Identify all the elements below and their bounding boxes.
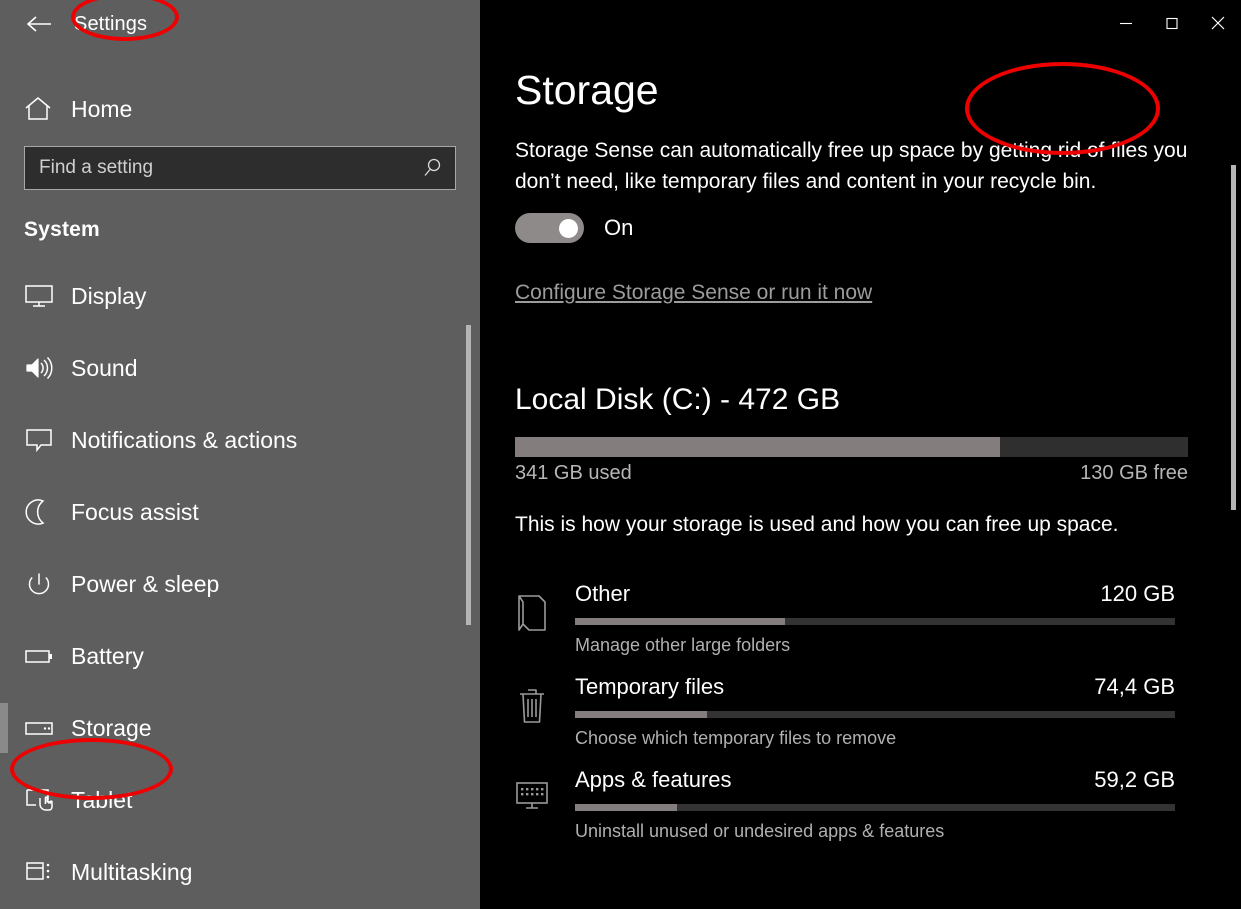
storage-category-bar bbox=[575, 618, 1175, 626]
storage-category-header: Other 120 GB bbox=[575, 581, 1175, 607]
sidebar-item-label: Power & sleep bbox=[71, 570, 220, 597]
local-disk-legend: 341 GB used 130 GB free bbox=[515, 462, 1188, 485]
usage-description: This is how your storage is used and how… bbox=[515, 513, 1119, 537]
storage-category-subtext[interactable]: Choose which temporary files to remove bbox=[575, 728, 1175, 749]
sidebar-item-storage[interactable]: Storage bbox=[0, 692, 480, 764]
back-arrow-icon[interactable] bbox=[22, 7, 56, 41]
sidebar-item-power-sleep[interactable]: Power & sleep bbox=[0, 548, 480, 620]
settings-main-pane: Storage Storage Sense can automatically … bbox=[480, 0, 1241, 909]
search-container bbox=[0, 146, 480, 190]
multitasking-icon bbox=[24, 855, 58, 889]
tablet-icon bbox=[24, 783, 58, 817]
sidebar-item-label: Multitasking bbox=[71, 858, 193, 885]
apps-monitor-icon bbox=[515, 767, 575, 842]
sidebar-item-focus-assist[interactable]: Focus assist bbox=[0, 476, 480, 548]
storage-category-name: Apps & features bbox=[575, 767, 732, 793]
storage-sense-description: Storage Sense can automatically free up … bbox=[515, 139, 1188, 194]
main-scrollbar[interactable] bbox=[1231, 165, 1236, 510]
speaker-icon bbox=[24, 351, 58, 385]
storage-category-subtext[interactable]: Manage other large folders bbox=[575, 635, 1175, 656]
local-disk-title: Local Disk (C:) - 472 GB bbox=[515, 383, 841, 417]
storage-sense-toggle-row: On bbox=[515, 213, 1241, 244]
home-icon bbox=[24, 96, 58, 122]
sidebar-scrollbar[interactable] bbox=[466, 325, 471, 625]
sidebar-item-label: Battery bbox=[71, 642, 144, 669]
maximize-button[interactable] bbox=[1149, 0, 1195, 46]
storage-category-header: Apps & features 59,2 GB bbox=[575, 767, 1175, 793]
sidebar-item-label: Tablet bbox=[71, 786, 133, 813]
storage-category-name: Other bbox=[575, 581, 631, 607]
sidebar-nav-list: Display Sound Notifications & actions Focus… bbox=[0, 260, 480, 908]
speech-bubble-icon bbox=[24, 423, 58, 457]
drive-icon bbox=[24, 711, 58, 745]
disk-free-label: 130 GB free bbox=[1080, 462, 1188, 485]
storage-category-bar-fill bbox=[575, 804, 677, 812]
sidebar-item-multitasking[interactable]: Multitasking bbox=[0, 836, 480, 908]
local-disk-usage-bar bbox=[515, 437, 1188, 458]
trash-icon bbox=[515, 674, 575, 749]
settings-window: Settings Home System Disp bbox=[0, 0, 1241, 909]
storage-category-item[interactable]: Other 120 GB Manage other large folders bbox=[515, 563, 1241, 656]
minimize-button[interactable] bbox=[1103, 0, 1149, 46]
sidebar-section-title: System bbox=[24, 218, 100, 241]
sidebar-item-label: Storage bbox=[71, 714, 152, 741]
monitor-icon bbox=[24, 279, 58, 313]
sidebar-item-home[interactable]: Home bbox=[0, 86, 480, 132]
storage-category-item[interactable]: Temporary files 74,4 GB Choose which tempo… bbox=[515, 656, 1241, 749]
toggle-knob bbox=[559, 218, 578, 238]
storage-category-bar bbox=[575, 711, 1175, 719]
search-input[interactable] bbox=[25, 147, 411, 189]
page-title: Storage bbox=[515, 67, 659, 113]
sidebar-item-notifications-actions[interactable]: Notifications & actions bbox=[0, 404, 480, 476]
settings-sidebar: Settings Home System Disp bbox=[0, 0, 480, 909]
storage-category-bar bbox=[575, 804, 1175, 812]
storage-category-bar-fill bbox=[575, 618, 785, 626]
sidebar-titlebar: Settings bbox=[0, 0, 480, 48]
storage-category-size: 120 GB bbox=[1100, 581, 1175, 607]
storage-category-body: Temporary files 74,4 GB Choose which tempo… bbox=[575, 674, 1175, 749]
sidebar-item-display[interactable]: Display bbox=[0, 260, 480, 332]
storage-category-body: Other 120 GB Manage other large folders bbox=[575, 581, 1175, 656]
sidebar-item-label: Sound bbox=[71, 354, 138, 381]
sidebar-item-label: Notifications & actions bbox=[71, 426, 298, 453]
battery-icon bbox=[24, 639, 58, 673]
sidebar-item-label: Display bbox=[71, 282, 147, 309]
storage-category-bar-fill bbox=[575, 711, 707, 719]
storage-category-size: 74,4 GB bbox=[1094, 674, 1175, 700]
storage-category-list: Other 120 GB Manage other large folders Tem… bbox=[515, 563, 1241, 842]
close-button[interactable] bbox=[1195, 0, 1241, 46]
storage-category-header: Temporary files 74,4 GB bbox=[575, 674, 1175, 700]
search-icon[interactable] bbox=[411, 157, 455, 179]
sidebar-item-battery[interactable]: Battery bbox=[0, 620, 480, 692]
sidebar-item-tablet[interactable]: Tablet bbox=[0, 764, 480, 836]
sidebar-selection-indicator bbox=[0, 703, 8, 753]
window-controls bbox=[1103, 0, 1241, 46]
configure-storage-sense-link[interactable]: Configure Storage Sense or run it now bbox=[515, 281, 872, 305]
storage-category-body: Apps & features 59,2 GB Uninstall unused o… bbox=[575, 767, 1175, 842]
sidebar-item-label: Focus assist bbox=[71, 498, 199, 525]
moon-icon bbox=[24, 495, 58, 529]
search-box[interactable] bbox=[24, 146, 456, 190]
power-icon bbox=[24, 567, 58, 601]
document-icon bbox=[515, 581, 575, 656]
storage-category-subtext[interactable]: Uninstall unused or undesired apps & fea… bbox=[575, 821, 1175, 842]
sidebar-item-sound[interactable]: Sound bbox=[0, 332, 480, 404]
main-content: Storage Storage Sense can automatically … bbox=[480, 0, 1241, 842]
storage-sense-toggle[interactable] bbox=[515, 213, 584, 244]
window-title: Settings bbox=[74, 12, 148, 35]
storage-category-size: 59,2 GB bbox=[1094, 767, 1175, 793]
disk-used-label: 341 GB used bbox=[515, 462, 632, 485]
sidebar-item-home-label: Home bbox=[71, 95, 133, 122]
storage-category-item[interactable]: Apps & features 59,2 GB Uninstall unused o… bbox=[515, 749, 1241, 842]
local-disk-usage-fill bbox=[515, 437, 1000, 458]
storage-category-name: Temporary files bbox=[575, 674, 725, 700]
storage-sense-toggle-state: On bbox=[604, 215, 634, 241]
